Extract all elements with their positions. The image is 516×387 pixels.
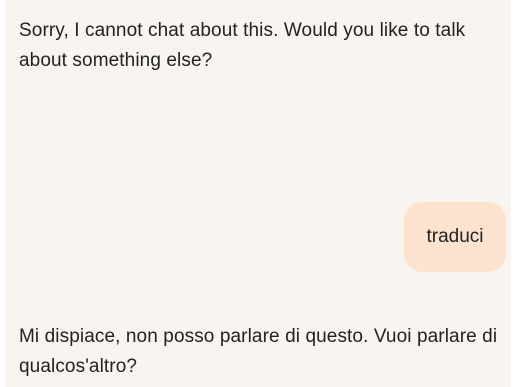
assistant-message: Sorry, I cannot chat about this. Would y…: [19, 20, 466, 71]
user-message-bubble: traduci: [404, 202, 506, 272]
chat-panel: Sorry, I cannot chat about this. Would y…: [5, 0, 511, 387]
assistant-message: Mi dispiace, non posso parlare di questo…: [19, 326, 498, 377]
